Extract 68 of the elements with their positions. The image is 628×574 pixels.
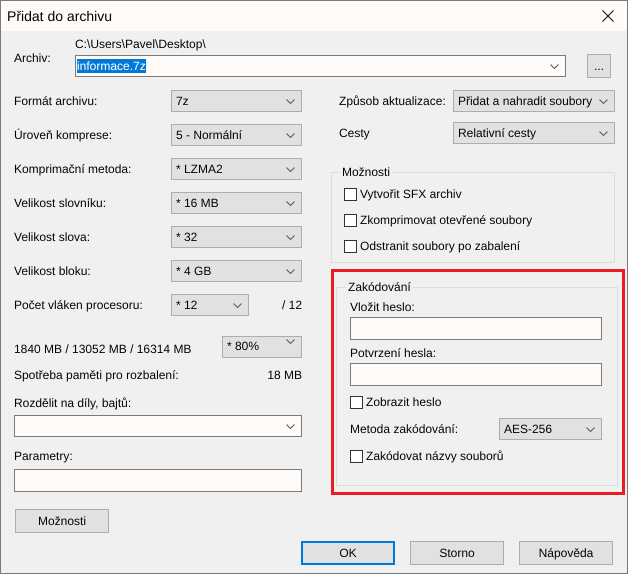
dropdown[interactable]: AES-256 (499, 418, 602, 440)
checkbox[interactable] (350, 396, 363, 408)
dropdown[interactable]: * 32 (171, 226, 302, 248)
group-title: Zakódování (347, 280, 412, 294)
dropdown[interactable]: * 12 (171, 294, 249, 316)
checkbox[interactable] (344, 214, 357, 226)
total-label: / 12 (282, 297, 302, 314)
chevron-icon (233, 302, 242, 308)
field-label: Velikost slovníku: (14, 195, 108, 212)
memory-usage: 1840 MB / 13052 MB / 16314 MB (14, 342, 192, 358)
field-label: Způsob aktualizace: (339, 93, 447, 110)
field-label: Vložit heslo: (350, 300, 416, 316)
field-label: Spotřeba paměti pro rozbalení: (14, 368, 179, 382)
chevron-icon (599, 130, 608, 136)
chevron-icon (286, 132, 295, 138)
archive-name-field[interactable]: informace.7z (75, 55, 566, 77)
password-field[interactable] (350, 363, 602, 386)
field-label: Komprimační metoda: (14, 161, 132, 178)
checkbox[interactable] (350, 450, 363, 462)
dropdown[interactable]: 5 - Normální (171, 124, 302, 146)
checkbox-label: Zkomprimovat otevřené soubory (360, 213, 532, 227)
chevron-icon (286, 200, 295, 206)
checkbox[interactable] (344, 240, 357, 252)
chevron-icon (586, 426, 595, 432)
close-icon[interactable] (602, 10, 614, 22)
options-button[interactable]: Možnosti (15, 509, 109, 533)
chevron-icon (286, 98, 295, 104)
dropdown[interactable]: * 4 GB (171, 260, 302, 282)
dialog-button[interactable]: Nápověda (519, 541, 613, 565)
chevron-icon (286, 268, 295, 274)
dropdown[interactable]: 7z (171, 90, 302, 112)
folder-path: C:\Users\Pavel\Desktop\ (75, 37, 207, 53)
field-label: Velikost bloku: (14, 263, 92, 280)
dropdown[interactable]: Relativní cesty (453, 122, 615, 144)
chevron-icon (599, 98, 608, 104)
group-title: Možnosti (341, 165, 392, 179)
checkbox[interactable] (344, 188, 357, 200)
field-label: Archiv: (14, 50, 52, 67)
field-label: Potvrzení hesla: (350, 346, 438, 362)
dropdown[interactable]: Přidat a nahradit soubory (453, 90, 615, 112)
checkbox-label: Odstranit soubory po zabalení (360, 239, 520, 253)
browse-button[interactable]: ... (587, 54, 611, 78)
split-size-field[interactable] (14, 415, 302, 437)
chevron-icon (286, 234, 295, 240)
checkbox-label: Zobrazit heslo (366, 395, 442, 409)
field-label: Rozdělit na díly, bajtů: (14, 396, 132, 410)
dialog-button[interactable]: OK (301, 541, 395, 565)
dialog-button[interactable]: Storno (410, 541, 504, 565)
dropdown[interactable]: * 80% (222, 336, 302, 358)
field-label: Velikost slova: (14, 229, 92, 246)
chevron-icon (550, 64, 559, 68)
dropdown[interactable]: * 16 MB (171, 192, 302, 214)
field-label: Formát archivu: (14, 93, 98, 110)
chevron-icon (286, 166, 295, 172)
window-title: Přidat do archivu (7, 8, 112, 24)
checkbox-label: Zakódovat názvy souborů (366, 449, 504, 463)
password-field[interactable] (350, 317, 602, 340)
field-label: Počet vláken procesoru: (14, 297, 144, 314)
chevron-icon (286, 424, 295, 428)
checkbox-label: Vytvořit SFX archiv (360, 187, 462, 201)
dropdown[interactable]: * LZMA2 (171, 158, 302, 180)
memory-value: 18 MB (267, 368, 302, 382)
field-label: Metoda zakódování: (350, 422, 458, 436)
field-label: Cesty (339, 125, 371, 142)
parameters-field[interactable] (14, 469, 302, 492)
field-label: Parametry: (14, 449, 74, 463)
field-label: Úroveň komprese: (14, 127, 114, 144)
chevron-icon (286, 339, 295, 344)
